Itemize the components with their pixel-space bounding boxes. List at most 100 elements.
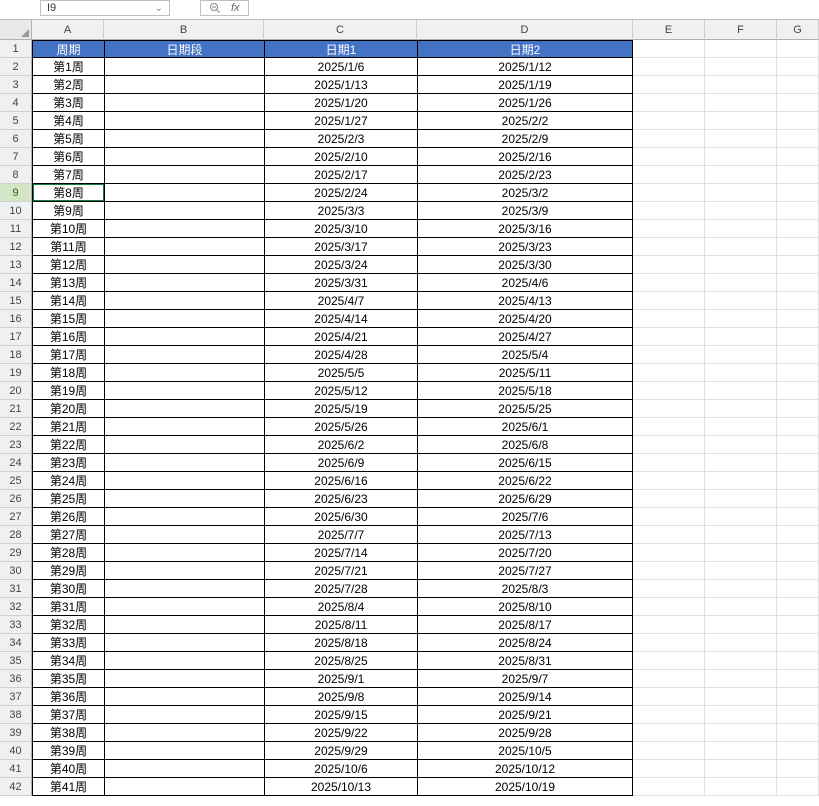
cell[interactable]: 第32周 [32, 616, 104, 634]
cell[interactable]: 2025/6/9 [264, 454, 417, 472]
row-header[interactable]: 26 [0, 490, 32, 508]
cell[interactable]: 2025/3/16 [417, 220, 633, 238]
cell[interactable]: 2025/8/17 [417, 616, 633, 634]
row-header[interactable]: 40 [0, 742, 32, 760]
cell[interactable] [777, 598, 819, 616]
cell[interactable]: 2025/8/25 [264, 652, 417, 670]
cell[interactable]: 第29周 [32, 562, 104, 580]
cell[interactable]: 2025/2/2 [417, 112, 633, 130]
cell[interactable] [633, 94, 705, 112]
cell[interactable]: 第41周 [32, 778, 104, 796]
cell[interactable] [705, 472, 777, 490]
cell[interactable]: 第28周 [32, 544, 104, 562]
cell[interactable] [705, 436, 777, 454]
cell[interactable]: 第6周 [32, 148, 104, 166]
row-header[interactable]: 6 [0, 130, 32, 148]
cell[interactable] [633, 148, 705, 166]
row-header[interactable]: 2 [0, 58, 32, 76]
cell[interactable] [705, 562, 777, 580]
cell[interactable] [777, 166, 819, 184]
cell[interactable] [705, 148, 777, 166]
cell[interactable] [777, 778, 819, 796]
column-header-D[interactable]: D [417, 20, 633, 40]
cell[interactable]: 2025/6/22 [417, 472, 633, 490]
cell[interactable] [633, 544, 705, 562]
cell[interactable] [104, 292, 264, 310]
cell[interactable]: 2025/5/25 [417, 400, 633, 418]
cell[interactable]: 2025/4/14 [264, 310, 417, 328]
row-header[interactable]: 14 [0, 274, 32, 292]
cell[interactable] [777, 472, 819, 490]
cell[interactable]: 2025/5/18 [417, 382, 633, 400]
row-header[interactable]: 25 [0, 472, 32, 490]
cell[interactable] [777, 346, 819, 364]
cell[interactable] [633, 472, 705, 490]
row-header[interactable]: 28 [0, 526, 32, 544]
cell[interactable] [633, 742, 705, 760]
cell[interactable] [777, 436, 819, 454]
cell[interactable]: 2025/10/6 [264, 760, 417, 778]
cell[interactable]: 第27周 [32, 526, 104, 544]
cell[interactable]: 2025/9/1 [264, 670, 417, 688]
cell[interactable]: 第22周 [32, 436, 104, 454]
cell[interactable] [705, 166, 777, 184]
name-box[interactable]: I9 ⌄ [40, 0, 170, 16]
cell[interactable] [705, 94, 777, 112]
cell[interactable]: 2025/9/22 [264, 724, 417, 742]
row-header[interactable]: 4 [0, 94, 32, 112]
cell[interactable] [705, 256, 777, 274]
cell[interactable] [633, 490, 705, 508]
cell[interactable] [104, 526, 264, 544]
cell[interactable]: 2025/5/4 [417, 346, 633, 364]
cell[interactable]: 日期1 [264, 40, 417, 58]
cell[interactable] [104, 76, 264, 94]
cell[interactable]: 2025/8/3 [417, 580, 633, 598]
cell[interactable] [777, 274, 819, 292]
cell[interactable] [777, 490, 819, 508]
cell[interactable] [777, 382, 819, 400]
cell[interactable]: 2025/4/20 [417, 310, 633, 328]
cell[interactable]: 2025/9/21 [417, 706, 633, 724]
cell[interactable] [705, 616, 777, 634]
cell[interactable] [705, 526, 777, 544]
column-header-C[interactable]: C [264, 20, 417, 40]
cell[interactable] [104, 346, 264, 364]
row-header[interactable]: 37 [0, 688, 32, 706]
cell[interactable] [104, 724, 264, 742]
cell[interactable]: 第13周 [32, 274, 104, 292]
cell[interactable]: 2025/2/3 [264, 130, 417, 148]
cell[interactable] [777, 202, 819, 220]
cell[interactable] [104, 256, 264, 274]
column-header-E[interactable]: E [633, 20, 705, 40]
cell[interactable] [104, 706, 264, 724]
cell[interactable] [104, 688, 264, 706]
cell[interactable] [705, 598, 777, 616]
row-header[interactable]: 31 [0, 580, 32, 598]
cell[interactable] [633, 346, 705, 364]
row-header[interactable]: 36 [0, 670, 32, 688]
cell[interactable]: 2025/7/20 [417, 544, 633, 562]
row-header[interactable]: 39 [0, 724, 32, 742]
cell[interactable]: 2025/7/28 [264, 580, 417, 598]
row-header[interactable]: 21 [0, 400, 32, 418]
cell[interactable] [633, 418, 705, 436]
row-header[interactable]: 35 [0, 652, 32, 670]
cell[interactable]: 第12周 [32, 256, 104, 274]
cell[interactable] [777, 418, 819, 436]
cell[interactable] [705, 544, 777, 562]
cell[interactable]: 第4周 [32, 112, 104, 130]
fx-icon[interactable]: fx [231, 2, 240, 14]
cell[interactable] [777, 634, 819, 652]
cell[interactable] [777, 652, 819, 670]
cell[interactable] [633, 310, 705, 328]
cell[interactable] [777, 328, 819, 346]
cell[interactable]: 2025/9/29 [264, 742, 417, 760]
cell[interactable]: 第36周 [32, 688, 104, 706]
cell[interactable]: 2025/6/30 [264, 508, 417, 526]
cell[interactable] [104, 238, 264, 256]
cell[interactable] [104, 274, 264, 292]
cell[interactable] [705, 508, 777, 526]
cell[interactable] [633, 436, 705, 454]
row-header[interactable]: 42 [0, 778, 32, 796]
cell[interactable]: 第15周 [32, 310, 104, 328]
